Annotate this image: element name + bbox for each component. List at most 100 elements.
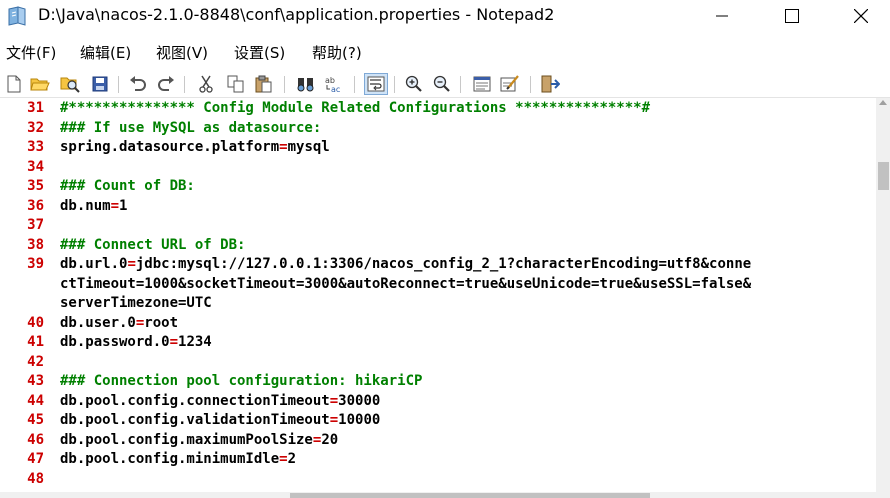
close-button[interactable] (832, 0, 890, 32)
close-icon (854, 9, 868, 23)
code-line[interactable]: 44 db.pool.config.connectionTimeout=30000 (0, 392, 876, 412)
line-number: 36 (27, 197, 44, 214)
copy-icon[interactable] (226, 74, 246, 94)
code-line[interactable]: 32 ### If use MySQL as datasource: (0, 119, 876, 139)
maximize-button[interactable] (762, 0, 822, 32)
code-line[interactable]: 47 db.pool.config.minimumIdle=2 (0, 450, 876, 470)
code-line[interactable]: 35 ### Count of DB: (0, 177, 876, 197)
property-value: 2 (287, 451, 297, 467)
line-number: 42 (27, 353, 44, 370)
undo-icon[interactable] (128, 74, 148, 94)
code-line[interactable]: ctTimeout=1000&socketTimeout=3000&autoRe… (0, 275, 876, 295)
line-number: 33 (27, 139, 44, 155)
code-line[interactable]: 40 db.user.0=root (0, 314, 876, 334)
line-number: 40 (27, 314, 44, 331)
redo-icon[interactable] (156, 74, 176, 94)
line-number: 44 (27, 392, 44, 409)
line-number: 37 (27, 217, 44, 233)
property-value: 1 (119, 197, 128, 214)
menu-help[interactable]: 帮助(?) (312, 40, 362, 66)
horizontal-scrollbar[interactable] (0, 492, 890, 498)
comment-text: #*************** Config Module Related C… (60, 100, 651, 116)
toolbar-separator (394, 76, 395, 93)
property-key: db.password.0 (60, 334, 170, 350)
code-line[interactable]: 37 (0, 216, 876, 236)
comment-text: ### Count of DB: (60, 178, 195, 194)
zoom-out-icon[interactable] (432, 74, 452, 94)
property-line: db.num=1 (60, 197, 127, 217)
wrapped-text: serverTimezone=UTC (60, 295, 212, 311)
exit-icon[interactable] (540, 74, 560, 94)
property-line: db.pool.config.connectionTimeout=30000 (60, 392, 380, 412)
cut-icon[interactable] (196, 74, 216, 94)
code-line[interactable]: 45 db.pool.config.validationTimeout=10000 (0, 411, 876, 431)
open-folder-icon[interactable] (30, 74, 50, 94)
code-line[interactable]: 39 db.url.0=jdbc:mysql://127.0.0.1:3306/n… (0, 255, 876, 275)
line-number: 48 (27, 470, 44, 487)
toolbar-separator (118, 76, 119, 93)
horizontal-scrollbar-thumb[interactable] (290, 493, 650, 498)
code-line[interactable]: 43 ### Connection pool configuration: hik… (0, 372, 876, 392)
code-line[interactable]: 46 db.pool.config.maximumPoolSize=20 (0, 431, 876, 451)
property-line: db.password.0=1234 (60, 333, 212, 353)
new-file-icon[interactable] (4, 74, 24, 94)
equals-operator: = (329, 392, 339, 409)
scheme-icon[interactable] (472, 74, 492, 94)
vertical-scrollbar[interactable] (876, 98, 890, 492)
equals-operator: = (169, 334, 179, 350)
code-line[interactable]: 48 (0, 470, 876, 490)
paste-icon[interactable] (254, 74, 274, 94)
line-number: 43 (27, 373, 44, 389)
window-title: D:\Java\nacos-2.1.0-8848\conf\applicatio… (38, 5, 555, 24)
code-line[interactable]: 38 ### Connect URL of DB: (0, 236, 876, 256)
browse-icon[interactable] (60, 74, 80, 94)
menu-view[interactable]: 视图(V) (156, 40, 208, 66)
property-key: spring.datasource.platform (60, 139, 280, 155)
line-number: 31 (27, 100, 44, 116)
comment-text: ### If use MySQL as datasource: (60, 119, 322, 136)
text-editor[interactable]: 31 #*************** Config Module Related… (0, 98, 876, 492)
scroll-up-arrow-icon[interactable] (879, 100, 887, 105)
minimize-button[interactable] (692, 0, 752, 32)
property-key: db.pool.config.validationTimeout (60, 412, 330, 428)
property-key: db.pool.config.minimumIdle (60, 451, 280, 467)
find-icon[interactable] (296, 74, 316, 94)
code-line[interactable]: 36 db.num=1 (0, 197, 876, 217)
line-number: 32 (27, 119, 44, 136)
toolbar: ab ac (0, 70, 890, 98)
code-line[interactable]: 42 (0, 353, 876, 373)
line-number: 35 (27, 178, 44, 194)
code-line[interactable]: 31 #*************** Config Module Related… (0, 99, 876, 119)
property-key: db.pool.config.connectionTimeout (60, 392, 330, 409)
code-line[interactable]: 33 spring.datasource.platform=mysql (0, 138, 876, 158)
notepad-icon[interactable] (6, 6, 28, 26)
minimize-icon (716, 15, 728, 17)
line-number: 34 (27, 158, 44, 175)
menu-edit[interactable]: 编辑(E) (80, 40, 131, 66)
toolbar-separator (354, 76, 355, 93)
property-key: db.pool.config.maximumPoolSize (60, 431, 313, 448)
code-line[interactable]: 34 (0, 158, 876, 178)
code-line[interactable]: 41 db.password.0=1234 (0, 333, 876, 353)
customize-icon[interactable] (500, 74, 520, 94)
property-line: db.pool.config.maximumPoolSize=20 (60, 431, 338, 451)
save-icon[interactable] (90, 74, 110, 94)
equals-operator: = (127, 256, 136, 272)
toolbar-separator (460, 76, 461, 93)
code-line[interactable]: serverTimezone=UTC (0, 294, 876, 314)
toolbar-separator (184, 76, 185, 93)
replace-icon[interactable]: ab ac (324, 74, 344, 94)
comment-text: ### Connection pool configuration: hikar… (60, 373, 423, 389)
word-wrap-icon[interactable] (364, 73, 388, 95)
property-key: db.user.0 (60, 314, 136, 331)
property-line: db.pool.config.validationTimeout=10000 (60, 411, 380, 431)
menu-file[interactable]: 文件(F) (6, 40, 56, 66)
zoom-in-icon[interactable] (404, 74, 424, 94)
line-number: 39 (27, 256, 44, 272)
property-value: 10000 (338, 412, 381, 428)
menu-settings[interactable]: 设置(S) (234, 40, 285, 66)
property-line: db.pool.config.minimumIdle=2 (60, 450, 296, 470)
equals-operator: = (329, 412, 339, 428)
line-number: 47 (27, 451, 44, 467)
vertical-scrollbar-thumb[interactable] (878, 162, 889, 190)
